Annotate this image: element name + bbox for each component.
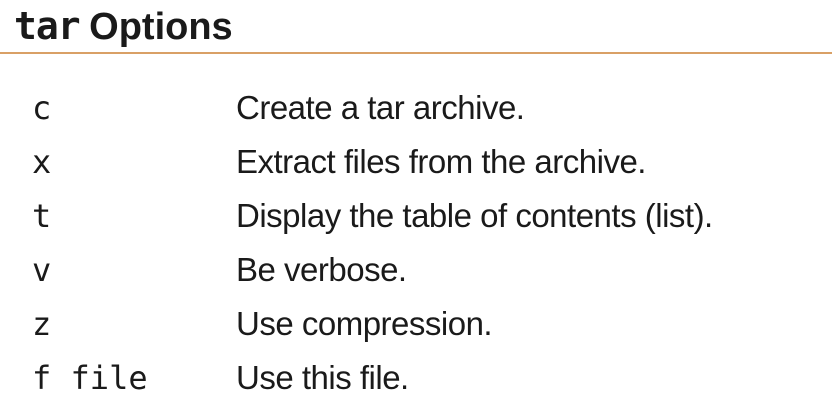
option-flag: z xyxy=(32,305,52,343)
title-divider xyxy=(0,52,832,54)
options-list: c Create a tar archive. x Extract files … xyxy=(0,82,832,406)
option-description: Extract files from the archive. xyxy=(236,143,646,180)
slide-title: tar Options xyxy=(14,4,233,48)
option-flag: v xyxy=(32,251,52,289)
option-row: z Use compression. xyxy=(0,298,832,352)
option-description: Use this file. xyxy=(236,359,409,396)
option-description: Create a tar archive. xyxy=(236,89,525,126)
option-flag: f file xyxy=(32,359,148,397)
option-row: c Create a tar archive. xyxy=(0,82,832,136)
title-command: tar xyxy=(14,4,81,48)
option-description: Display the table of contents (list). xyxy=(236,197,713,234)
option-flag: x xyxy=(32,143,52,181)
option-description: Be verbose. xyxy=(236,251,407,288)
option-description: Use compression. xyxy=(236,305,493,342)
title-text: Options xyxy=(89,6,233,48)
option-flag: t xyxy=(32,197,52,235)
option-row: f file Use this file. xyxy=(0,352,832,406)
option-flag: c xyxy=(32,89,52,127)
option-row: x Extract files from the archive. xyxy=(0,136,832,190)
option-row: t Display the table of contents (list). xyxy=(0,190,832,244)
option-row: v Be verbose. xyxy=(0,244,832,298)
